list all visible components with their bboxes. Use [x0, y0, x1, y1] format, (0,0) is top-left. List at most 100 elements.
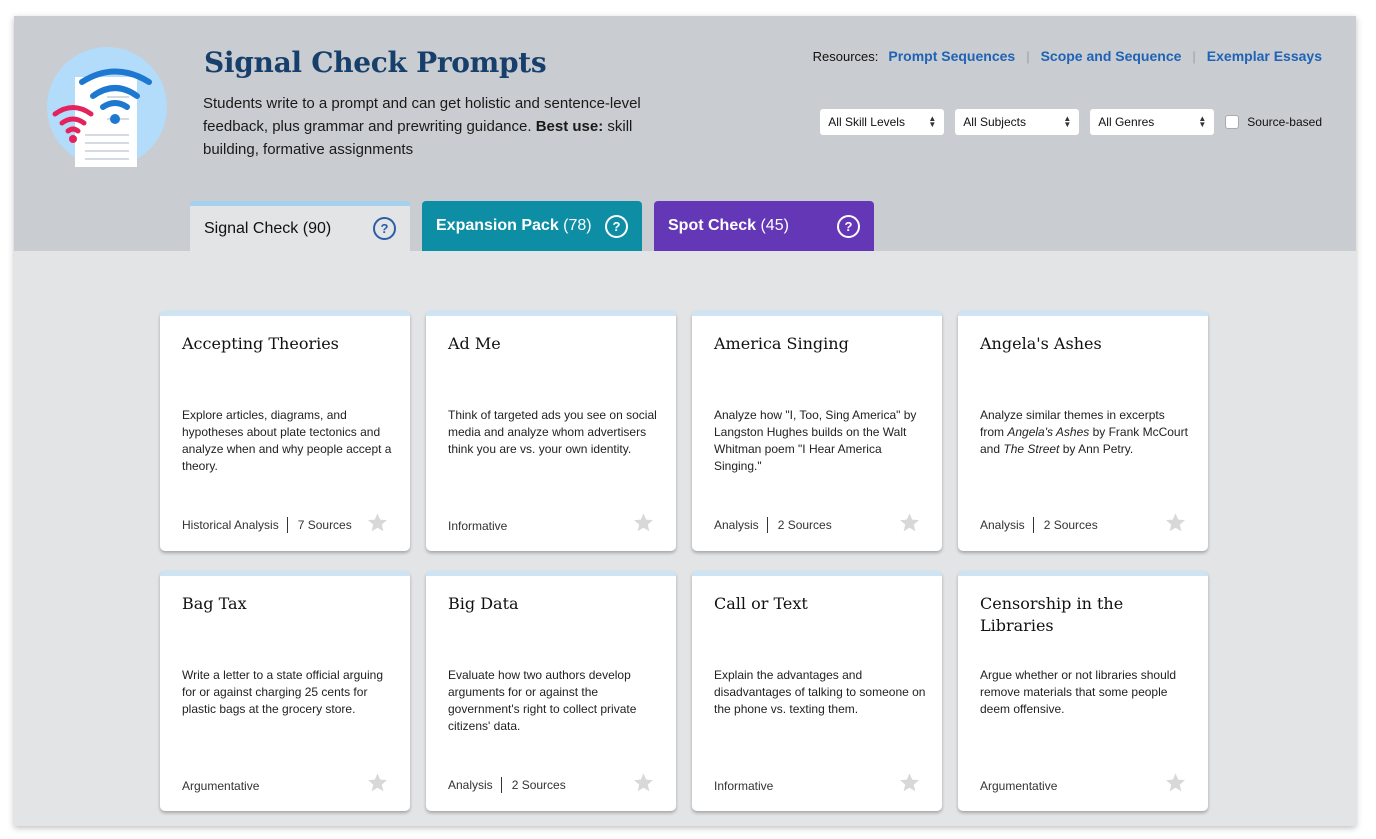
best-use-label: Best use:	[535, 118, 604, 135]
card-title: Censorship in the Libraries	[980, 594, 1124, 635]
skill-level-select[interactable]: All Skill Levels ▲ ▼	[820, 109, 945, 135]
help-icon[interactable]: ?	[605, 214, 628, 238]
card-footer: Informative	[714, 779, 773, 793]
tab-name: Expansion Pack	[436, 217, 559, 234]
subject-select[interactable]: All Subjects ▲ ▼	[955, 109, 1080, 135]
prompt-card[interactable]: Ad Me Think of targeted ads you see on s…	[426, 311, 676, 551]
tab-count: (45)	[760, 217, 789, 234]
card-genre: Informative	[448, 519, 508, 533]
tab-count: (78)	[563, 217, 592, 234]
genre-value: All Genres	[1098, 115, 1155, 129]
card-title: Call or Text	[714, 594, 808, 613]
tab-label: Spot Check (45)	[668, 217, 789, 235]
prompt-card[interactable]: America Singing Analyze how "I, Too, Sin…	[692, 311, 942, 551]
select-arrows-icon: ▲ ▼	[928, 114, 937, 129]
select-arrows-icon: ▲ ▼	[1063, 114, 1072, 129]
card-description: Think of targeted ads you see on social …	[448, 408, 657, 456]
tab-name: Spot Check	[668, 217, 757, 234]
page-frame: Signal Check Prompts Students write to a…	[14, 16, 1356, 826]
card-sources: 2 Sources	[1043, 518, 1098, 532]
scope-and-sequence-link[interactable]: Scope and Sequence	[1041, 48, 1182, 64]
footer-divider	[286, 517, 288, 533]
card-genre: Analysis	[714, 518, 759, 532]
book-title: The Street	[1003, 442, 1060, 456]
header: Signal Check Prompts Students write to a…	[14, 16, 1356, 251]
select-arrows-icon: ▲ ▼	[1198, 114, 1207, 129]
tab-expansion-pack[interactable]: Expansion Pack (78) ?	[422, 201, 642, 251]
card-genre: Historical Analysis	[182, 518, 279, 532]
filters-bar: All Skill Levels ▲ ▼ All Subjects ▲ ▼ All …	[820, 109, 1322, 135]
subject-value: All Subjects	[963, 115, 1026, 129]
tab-label: Signal Check (90)	[204, 220, 331, 238]
footer-divider	[766, 517, 768, 533]
card-footer: Argumentative	[980, 779, 1057, 793]
card-title: Big Data	[448, 594, 519, 613]
card-footer: Analysis 2 Sources	[980, 517, 1098, 533]
page-description: Students write to a prompt and can get h…	[203, 92, 663, 161]
prompt-card[interactable]: Censorship in the Libraries Argue whethe…	[958, 571, 1208, 811]
card-footer: Analysis 2 Sources	[714, 517, 832, 533]
prompt-card[interactable]: Accepting Theories Explore articles, dia…	[160, 311, 410, 551]
star-icon[interactable]	[633, 512, 654, 533]
card-description: Analyze how "I, Too, Sing America" by La…	[714, 408, 917, 473]
page-title: Signal Check Prompts	[204, 46, 547, 79]
card-description: Evaluate how two authors develop argumen…	[448, 668, 637, 733]
card-description: Explore articles, diagrams, and hypothes…	[182, 408, 392, 473]
prompt-card[interactable]: Angela's Ashes Analyze similar themes in…	[958, 311, 1208, 551]
resources-bar: Resources: Prompt Sequences | Scope and …	[813, 48, 1322, 64]
card-description: Argue whether or not libraries should re…	[980, 668, 1177, 716]
card-title: Accepting Theories	[182, 334, 339, 353]
source-based-label: Source-based	[1247, 115, 1322, 129]
prompt-card-grid: Accepting Theories Explore articles, dia…	[160, 311, 1208, 811]
help-icon[interactable]: ?	[837, 214, 860, 238]
genre-select[interactable]: All Genres ▲ ▼	[1090, 109, 1215, 135]
card-title: Bag Tax	[182, 594, 247, 613]
card-title: Ad Me	[448, 334, 501, 353]
card-genre: Informative	[714, 779, 774, 793]
card-genre: Argumentative	[182, 779, 260, 793]
card-sources: 2 Sources	[777, 518, 832, 532]
card-genre: Analysis	[448, 778, 493, 792]
card-description: Explain the advantages and disadvantages…	[714, 668, 926, 716]
tab-bar: Signal Check (90) ? Expansion Pack (78) …	[190, 201, 886, 251]
star-icon[interactable]	[1165, 512, 1186, 533]
star-icon[interactable]	[633, 772, 654, 793]
star-icon[interactable]	[899, 772, 920, 793]
exemplar-essays-link[interactable]: Exemplar Essays	[1207, 48, 1322, 64]
tab-label: Expansion Pack (78)	[436, 217, 592, 235]
footer-divider	[500, 777, 502, 793]
tab-name: Signal Check	[204, 219, 299, 237]
signal-document-icon	[47, 47, 167, 167]
skill-level-value: All Skill Levels	[828, 115, 905, 129]
tab-signal-check[interactable]: Signal Check (90) ?	[190, 201, 410, 251]
card-title: Angela's Ashes	[980, 334, 1102, 353]
separator: |	[1192, 48, 1196, 64]
card-description: Analyze similar themes in excerpts from …	[980, 407, 1192, 458]
card-footer: Informative	[448, 519, 507, 533]
prompt-sequences-link[interactable]: Prompt Sequences	[888, 48, 1015, 64]
card-genre: Argumentative	[980, 779, 1058, 793]
help-icon[interactable]: ?	[373, 217, 396, 240]
card-footer: Argumentative	[182, 779, 259, 793]
tab-count: (90)	[302, 219, 332, 237]
book-title: Angela's Ashes	[1007, 425, 1090, 439]
footer-divider	[1032, 517, 1034, 533]
star-icon[interactable]	[1165, 772, 1186, 793]
desc-text: by Ann Petry.	[1059, 442, 1134, 456]
card-footer: Analysis 2 Sources	[448, 777, 566, 793]
prompt-card[interactable]: Call or Text Explain the advantages and …	[692, 571, 942, 811]
card-sources: 2 Sources	[511, 778, 566, 792]
resources-label: Resources:	[812, 48, 879, 64]
card-description: Write a letter to a state official argui…	[182, 668, 383, 716]
source-based-checkbox[interactable]	[1225, 115, 1240, 129]
card-sources: 7 Sources	[297, 518, 352, 532]
star-icon[interactable]	[899, 512, 920, 533]
star-icon[interactable]	[367, 512, 388, 533]
prompt-card[interactable]: Big Data Evaluate how two authors develo…	[426, 571, 676, 811]
card-title: America Singing	[714, 334, 849, 353]
card-genre: Analysis	[980, 518, 1025, 532]
card-footer: Historical Analysis 7 Sources	[182, 517, 352, 533]
tab-spot-check[interactable]: Spot Check (45) ?	[654, 201, 874, 251]
prompt-card[interactable]: Bag Tax Write a letter to a state offici…	[160, 571, 410, 811]
star-icon[interactable]	[367, 772, 388, 793]
